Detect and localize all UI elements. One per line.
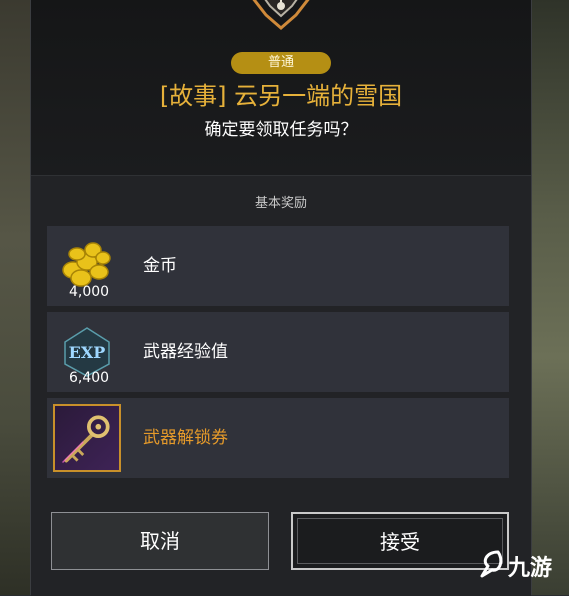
accept-button-label: 接受 xyxy=(380,530,420,554)
reward-name: 武器经验值 xyxy=(143,342,228,362)
cancel-button[interactable]: 取消 xyxy=(51,512,269,570)
reward-name: 金币 xyxy=(143,256,177,276)
reward-count: 6,400 xyxy=(69,370,110,386)
reward-count: 4,000 xyxy=(69,284,110,300)
rewards-section-label: 基本奖励 xyxy=(254,196,307,211)
watermark: 九游 xyxy=(478,544,568,584)
reward-item-weapon-unlock-ticket[interactable]: 武器解锁券 xyxy=(47,398,509,478)
reward-item-weapon-exp[interactable]: EXP 6,400 武器经验值 xyxy=(47,312,509,392)
svg-text:EXP: EXP xyxy=(69,343,106,362)
reward-item-gold[interactable]: 4,000 金币 xyxy=(47,226,509,306)
ornament-emblem-icon xyxy=(252,0,310,30)
quest-type-badge: 普通 xyxy=(231,52,331,74)
watermark-text: 九游 xyxy=(508,556,553,581)
reward-name: 武器解锁券 xyxy=(143,428,228,448)
confirm-prompt: 确定要领取任务吗？ xyxy=(204,120,358,140)
golden-key-icon xyxy=(53,404,121,472)
quest-accept-dialog: 普通 [故事] 云另一端的雪国 确定要领取任务吗？ 基本奖励 4,000 金币 … xyxy=(30,0,532,596)
background-scene-left xyxy=(0,0,30,595)
background-scene-right xyxy=(529,0,569,595)
quest-title: [故事] 云另一端的雪国 xyxy=(159,82,403,110)
accept-button[interactable]: 接受 xyxy=(291,512,509,570)
watermark-logo-icon xyxy=(480,550,503,578)
